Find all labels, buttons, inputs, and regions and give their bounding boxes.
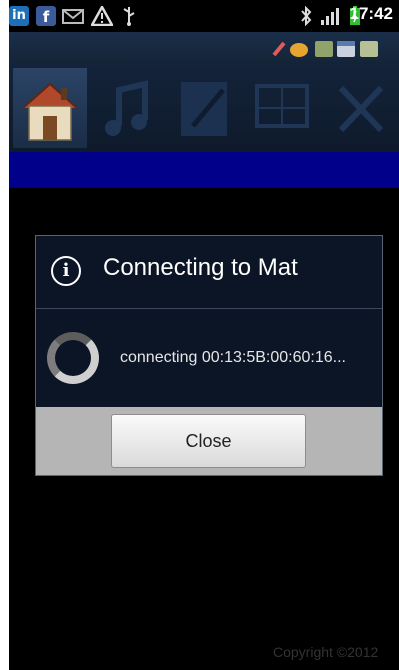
mail-icon[interactable] [62, 6, 84, 26]
connecting-dialog: i Connecting to Mat connecting 00:13:5B:… [35, 235, 383, 476]
app-icon [290, 43, 308, 57]
dialog-message: connecting 00:13:5B:00:60:16... [120, 349, 346, 366]
pencil-icon [272, 41, 286, 57]
warning-icon[interactable] [91, 6, 113, 26]
dialog-header: i Connecting to Mat [36, 236, 382, 309]
notification-strip [9, 32, 399, 64]
progress-spinner [47, 332, 99, 384]
calendar-icon [337, 41, 355, 57]
tab-notes[interactable] [167, 68, 241, 148]
clock: 17:42 [349, 4, 393, 23]
close-button[interactable]: Close [111, 414, 306, 468]
tab-music[interactable] [89, 68, 163, 148]
facebook-icon[interactable]: f [36, 6, 56, 26]
dialog-title: Connecting to Mat [103, 254, 298, 281]
house-icon [22, 82, 78, 141]
copyright-text: Copyright ©2012 [273, 644, 379, 660]
linkedin-icon[interactable]: in [9, 6, 29, 26]
status-bar: in f 17:42 [9, 0, 399, 32]
tab-screen[interactable] [245, 68, 319, 148]
wifi-icon [360, 41, 378, 57]
info-icon: i [51, 256, 81, 286]
settings-icon [315, 41, 333, 57]
dialog-footer: Close [36, 407, 382, 475]
note-icon [181, 82, 227, 136]
tab-home[interactable] [13, 68, 87, 148]
usb-icon [123, 7, 135, 26]
music-note-icon [105, 80, 148, 136]
frame-edge [0, 0, 9, 670]
tab-tools[interactable] [323, 68, 397, 148]
monitor-icon [255, 84, 309, 128]
dialog-body: connecting 00:13:5B:00:60:16... [36, 309, 382, 406]
bluetooth-icon [301, 6, 312, 26]
header-band [9, 152, 399, 188]
wrench-icon [338, 85, 384, 133]
signal-icon [321, 8, 339, 25]
app-tab-bar [9, 64, 399, 152]
